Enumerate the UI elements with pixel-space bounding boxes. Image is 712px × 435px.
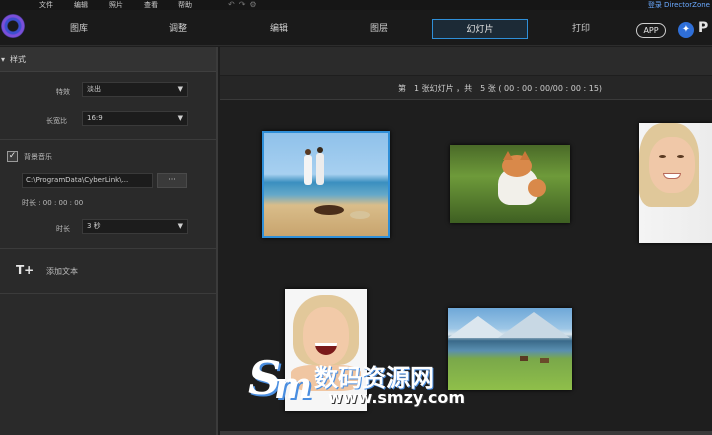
dropdown-arrow-icon: ▼ (177, 114, 183, 122)
user-login-link[interactable]: 登录 DirectorZone (648, 0, 710, 10)
main-toolbar (220, 47, 712, 75)
slide-info-bar: 第 1 张幻灯片 ，共 5 张 ( 00 : 00 : 00/00 : 00 :… (220, 76, 712, 100)
divider (0, 248, 216, 249)
effect-value: 淡出 (87, 85, 101, 93)
menu-help[interactable]: 帮助 (178, 0, 192, 10)
aspect-ratio-value: 16:9 (87, 114, 103, 122)
tab-library[interactable]: 图库 (44, 19, 114, 39)
menu-view[interactable]: 查看 (144, 0, 158, 10)
menu-photo[interactable]: 照片 (109, 0, 123, 10)
panel-header[interactable]: ▾ 样式 (0, 47, 216, 72)
effect-select[interactable]: 淡出 ▼ (82, 82, 188, 97)
tab-print[interactable]: 打印 (546, 19, 616, 39)
background-music-checkbox[interactable]: ✓ (7, 151, 18, 162)
divider (0, 293, 216, 294)
music-length-info: 时长 : 00 : 00 : 00 (22, 199, 84, 207)
browse-button[interactable]: ··· (157, 173, 187, 188)
music-path-field[interactable]: C:\ProgramData\CyberLink\... (22, 173, 153, 188)
tab-layers[interactable]: 图层 (344, 19, 414, 39)
slide-info-text: 第 1 张幻灯片 ，共 5 张 ( 00 : 00 : 00/00 : 00 :… (398, 84, 603, 93)
app-logo-icon (1, 14, 25, 38)
aspect-ratio-label: 长宽比 (46, 117, 67, 125)
app-button[interactable]: APP (636, 23, 666, 38)
duration-select[interactable]: 3 秒 ▼ (82, 219, 188, 234)
bottom-border (220, 431, 712, 435)
watermark-url: www.smzy.com (328, 388, 466, 407)
main-nav: 图库 调整 编辑 图层 幻灯片 打印 APP ✦ P (0, 10, 712, 46)
add-text-button[interactable]: 添加文本 (46, 266, 78, 277)
tab-slideshow[interactable]: 幻灯片 (432, 19, 528, 39)
slide-thumbnail-woman[interactable] (639, 123, 712, 243)
dropdown-arrow-icon: ▼ (177, 222, 183, 230)
brand-letter-icon: P (698, 20, 709, 36)
site-watermark: S m 数码资源网 www.smzy.com (244, 352, 494, 412)
divider (0, 139, 216, 140)
undo-redo-icons[interactable]: ↶↷⚙ (228, 0, 261, 10)
add-text-icon[interactable]: T+ (16, 263, 36, 279)
slide-thumbnail-beach[interactable] (262, 131, 390, 238)
slide-thumbnail-cat[interactable] (450, 145, 570, 223)
watermark-logo-icon: S m (244, 352, 313, 408)
panel-title: 样式 (10, 55, 26, 64)
watermark-logo-m: m (274, 365, 313, 407)
chevron-down-icon[interactable]: ▾ (1, 55, 5, 64)
effect-label: 特效 (56, 88, 70, 96)
menu-bar: 文件 编辑 照片 查看 帮助 ↶↷⚙ 登录 DirectorZone (0, 0, 712, 10)
menu-edit[interactable]: 编辑 (74, 0, 88, 10)
tab-adjust[interactable]: 调整 (143, 19, 213, 39)
duration-value: 3 秒 (87, 222, 101, 230)
background-music-label: 背景音乐 (24, 153, 52, 161)
menu-file[interactable]: 文件 (39, 0, 53, 10)
dropdown-arrow-icon: ▼ (177, 85, 183, 93)
aspect-ratio-select[interactable]: 16:9 ▼ (82, 111, 188, 126)
lightbulb-icon[interactable]: ✦ (678, 22, 694, 38)
slideshow-settings-panel: ▾ 样式 特效 淡出 ▼ 长宽比 16:9 ▼ ✓ 背景音乐 C:\Progra… (0, 47, 218, 435)
duration-label: 时长 (56, 225, 70, 233)
tab-edit[interactable]: 编辑 (244, 19, 314, 39)
